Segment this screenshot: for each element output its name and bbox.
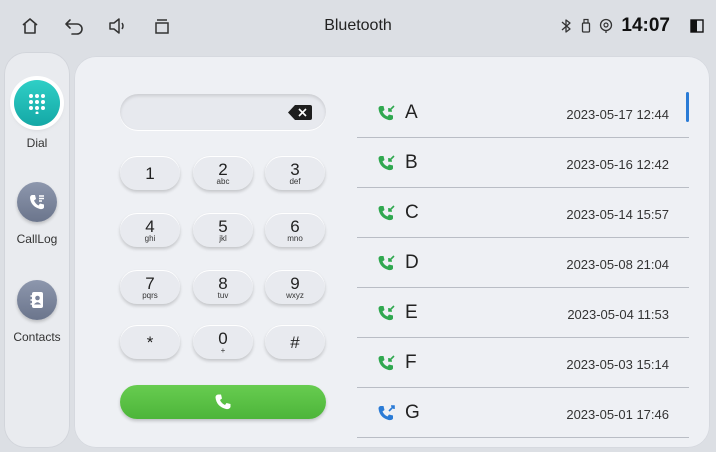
contact-name: G xyxy=(405,402,420,423)
contacts-icon[interactable] xyxy=(17,280,57,320)
key-9[interactable]: 9 wxyz xyxy=(265,270,325,304)
outgoing-call-icon xyxy=(377,403,397,423)
call-datetime: 2023-05-04 11:53 xyxy=(567,307,669,322)
incoming-call-icon xyxy=(377,103,397,123)
list-item[interactable]: G 2023-05-01 17:46 xyxy=(357,388,689,438)
key-1[interactable]: 1 xyxy=(120,156,180,190)
sidebar-item-label: CallLog xyxy=(16,232,58,246)
split-screen-icon[interactable] xyxy=(690,18,704,34)
list-item[interactable]: F 2023-05-03 15:14 xyxy=(357,338,689,388)
key-4[interactable]: 4 ghi xyxy=(120,213,180,247)
bluetooth-icon xyxy=(559,18,573,34)
key-7[interactable]: 7 pqrs xyxy=(120,270,180,304)
list-item[interactable]: C 2023-05-14 15:57 xyxy=(357,188,689,238)
key-5[interactable]: 5 jkl xyxy=(193,213,253,247)
contact-name: D xyxy=(405,252,419,273)
call-datetime: 2023-05-03 15:14 xyxy=(566,357,669,372)
contact-name: B xyxy=(405,152,418,173)
contact-name: A xyxy=(405,102,418,123)
contact-name: E xyxy=(405,302,418,323)
contact-name: F xyxy=(405,352,417,373)
call-button[interactable] xyxy=(120,385,326,419)
number-input[interactable] xyxy=(120,94,326,130)
key-8[interactable]: 8 tuv xyxy=(193,270,253,304)
sidebar: Dial CallLog Contacts xyxy=(4,52,70,448)
dialpad-icon[interactable] xyxy=(14,80,60,126)
call-datetime: 2023-05-14 15:57 xyxy=(566,207,669,222)
status-bar: Bluetooth 14:07 xyxy=(0,0,716,52)
key-hash[interactable]: # xyxy=(265,325,325,359)
key-star[interactable]: * xyxy=(120,325,180,359)
incoming-call-icon xyxy=(377,153,397,173)
backspace-icon[interactable] xyxy=(288,105,312,120)
list-item[interactable]: A 2023-05-17 12:44 xyxy=(357,88,689,138)
list-item[interactable]: E 2023-05-04 11:53 xyxy=(357,288,689,338)
sidebar-item-calllog[interactable]: CallLog xyxy=(4,182,70,246)
call-datetime: 2023-05-16 12:42 xyxy=(566,157,669,172)
key-3[interactable]: 3 def xyxy=(265,156,325,190)
sidebar-item-label: Dial xyxy=(26,136,48,150)
key-2[interactable]: 2 abc xyxy=(193,156,253,190)
call-log-icon[interactable] xyxy=(17,182,57,222)
usb-icon xyxy=(579,18,593,34)
call-datetime: 2023-05-08 21:04 xyxy=(566,257,669,272)
sidebar-item-dial[interactable]: Dial xyxy=(4,80,70,150)
location-icon xyxy=(599,18,613,34)
phone-icon xyxy=(215,394,231,410)
list-item[interactable]: B 2023-05-16 12:42 xyxy=(357,138,689,188)
key-6[interactable]: 6 mno xyxy=(265,213,325,247)
incoming-call-icon xyxy=(377,303,397,323)
list-item[interactable]: D 2023-05-08 21:04 xyxy=(357,238,689,288)
clock: 14:07 xyxy=(621,15,670,36)
scrollbar[interactable] xyxy=(686,92,689,122)
sidebar-item-contacts[interactable]: Contacts xyxy=(4,280,70,344)
incoming-call-icon xyxy=(377,203,397,223)
incoming-call-icon xyxy=(377,253,397,273)
contact-name: C xyxy=(405,202,419,223)
incoming-call-icon xyxy=(377,353,397,373)
key-0[interactable]: 0 + xyxy=(193,325,253,359)
call-datetime: 2023-05-01 17:46 xyxy=(566,407,669,422)
sidebar-item-label: Contacts xyxy=(13,330,61,344)
call-datetime: 2023-05-17 12:44 xyxy=(566,107,669,122)
